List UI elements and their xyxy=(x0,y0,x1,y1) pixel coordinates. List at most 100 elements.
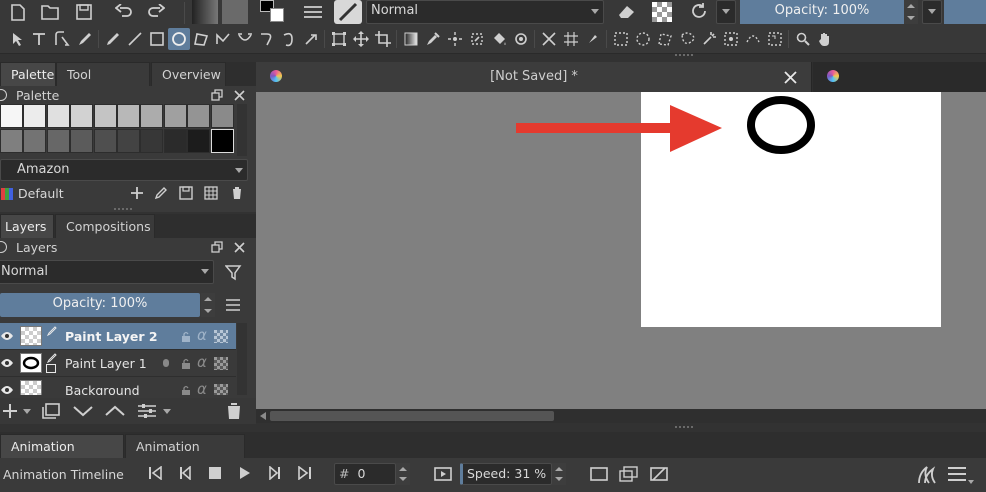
similar-select-icon[interactable] xyxy=(722,30,740,48)
frame-number-spinner[interactable] xyxy=(396,463,410,485)
gradient-preset-icon[interactable] xyxy=(192,0,218,24)
select-shapes-icon[interactable] xyxy=(10,30,24,48)
save-icon[interactable] xyxy=(74,2,94,22)
palette-swatch[interactable] xyxy=(140,104,164,128)
smart-patch-icon[interactable] xyxy=(468,30,486,48)
enclose-fill-icon[interactable] xyxy=(512,30,530,48)
frame-number-input[interactable]: # 0 xyxy=(334,463,396,485)
auto-frame-icon[interactable] xyxy=(648,464,670,484)
ellipse-select-icon[interactable] xyxy=(634,30,652,48)
delete-layer-icon[interactable] xyxy=(224,401,244,421)
opacity-slider[interactable]: Opacity: 100% xyxy=(740,0,904,24)
text-tool-icon[interactable] xyxy=(30,30,48,48)
bezier-select-icon[interactable] xyxy=(744,30,762,48)
palette-swatch[interactable] xyxy=(0,104,23,128)
swatch-grid-scrollbar[interactable] xyxy=(237,104,247,156)
line-tool-icon[interactable] xyxy=(126,30,144,48)
reload-preset-icon[interactable] xyxy=(688,0,710,22)
palette-swatch[interactable] xyxy=(163,129,187,153)
inherit-alpha-icon[interactable] xyxy=(214,357,228,370)
layer-row[interactable]: Background α xyxy=(0,377,236,395)
krita-flame-icon[interactable] xyxy=(916,462,940,486)
transform-tool-icon[interactable] xyxy=(330,30,348,48)
add-layer-icon[interactable] xyxy=(0,401,20,421)
pattern-preset-icon[interactable] xyxy=(222,0,248,24)
tab-compositions[interactable]: Compositions xyxy=(55,214,155,238)
visibility-eye-icon[interactable] xyxy=(0,356,14,370)
polyline-tool-icon[interactable] xyxy=(214,30,232,48)
float-layers-docker-icon[interactable] xyxy=(209,239,225,255)
visibility-eye-icon[interactable] xyxy=(0,383,14,395)
brush-preset-icon[interactable] xyxy=(334,0,362,24)
layer-opacity-slider[interactable]: Opacity: 100% xyxy=(0,293,200,317)
hamburger-menu-dropdown-icon[interactable] xyxy=(966,478,976,486)
palette-swatch[interactable] xyxy=(93,104,117,128)
redo-icon[interactable] xyxy=(146,2,166,22)
float-docker-icon[interactable] xyxy=(209,87,225,103)
duplicate-layer-icon[interactable] xyxy=(40,401,62,421)
layer-row[interactable]: Paint Layer 2 α xyxy=(0,323,236,350)
tab-animation-curves[interactable]: Animation Curves xyxy=(125,434,245,478)
palette-swatch[interactable] xyxy=(140,129,164,153)
zoom-tool-icon[interactable] xyxy=(794,30,812,48)
edit-swatch-icon[interactable] xyxy=(152,184,170,202)
stop-icon[interactable] xyxy=(206,464,224,482)
reload-dropdown[interactable] xyxy=(716,0,736,24)
next-frame-icon[interactable] xyxy=(266,464,284,482)
opacity-spinner[interactable] xyxy=(904,0,918,24)
palette-swatch[interactable] xyxy=(117,104,140,128)
palette-swatch[interactable] xyxy=(163,104,187,128)
layer-properties-icon[interactable] xyxy=(136,401,158,421)
inherit-alpha-icon[interactable] xyxy=(214,330,228,343)
layer-opacity-spinner[interactable] xyxy=(201,293,215,317)
palette-swatch[interactable] xyxy=(210,104,234,128)
edit-shapes-icon[interactable] xyxy=(53,30,71,48)
tab-layers[interactable]: Layers xyxy=(0,214,54,238)
add-layer-dropdown-icon[interactable] xyxy=(22,406,32,416)
tab-palette[interactable]: Palette xyxy=(0,62,56,86)
measure-tool-icon[interactable] xyxy=(540,30,558,48)
blend-mode-select[interactable]: Normal xyxy=(366,0,604,24)
undo-icon[interactable] xyxy=(114,2,134,22)
visibility-eye-icon[interactable] xyxy=(0,329,14,343)
palette-swatch[interactable] xyxy=(93,129,117,153)
open-document-icon[interactable] xyxy=(40,2,60,22)
palette-swatch[interactable] xyxy=(23,104,47,128)
pan-assistant-icon[interactable] xyxy=(584,30,602,48)
guides-tool-icon[interactable] xyxy=(562,30,580,48)
contiguous-select-icon[interactable] xyxy=(700,30,718,48)
eraser-mode-icon[interactable] xyxy=(616,0,638,22)
alpha-lock-icon[interactable]: α xyxy=(197,380,207,395)
lock-icon[interactable] xyxy=(180,384,192,395)
horizontal-scrollbar[interactable] xyxy=(256,409,986,423)
palette-swatch[interactable] xyxy=(187,129,211,153)
add-swatch-icon[interactable] xyxy=(128,184,146,202)
delete-swatch-icon[interactable] xyxy=(228,184,246,202)
speed-spinner[interactable] xyxy=(552,463,566,485)
freehand-select-icon[interactable] xyxy=(678,30,696,48)
layer-list-scrollbar[interactable] xyxy=(237,323,247,395)
toolbar-grip[interactable] xyxy=(675,54,693,58)
palette-swatch[interactable] xyxy=(46,104,70,128)
palette-grid-view-icon[interactable] xyxy=(202,184,220,202)
gradient-tool-icon[interactable] xyxy=(402,30,420,48)
palette-swatch[interactable] xyxy=(23,129,47,153)
play-icon[interactable] xyxy=(236,464,254,482)
fill-tool-icon[interactable] xyxy=(490,30,508,48)
color-picker-icon[interactable] xyxy=(424,30,442,48)
layer-blend-mode-select[interactable]: Normal xyxy=(0,260,214,284)
scroll-left-icon[interactable] xyxy=(258,411,268,421)
close-layers-docker-icon[interactable] xyxy=(231,239,247,255)
bottom-docker-grip[interactable] xyxy=(675,426,693,430)
speed-input[interactable]: Speed: 31 % xyxy=(460,463,552,485)
filter-icon[interactable] xyxy=(222,262,246,284)
palette-select[interactable]: Amazon xyxy=(0,159,248,181)
layer-options-menu-icon[interactable] xyxy=(222,296,244,314)
inherit-alpha-icon[interactable] xyxy=(214,384,228,395)
rect-select-icon[interactable] xyxy=(612,30,630,48)
second-document-tab[interactable] xyxy=(813,62,986,92)
new-document-icon[interactable] xyxy=(8,2,28,22)
rectangle-tool-icon[interactable] xyxy=(148,30,166,48)
close-document-icon[interactable] xyxy=(782,69,798,85)
tab-overview[interactable]: Overview xyxy=(151,62,226,86)
